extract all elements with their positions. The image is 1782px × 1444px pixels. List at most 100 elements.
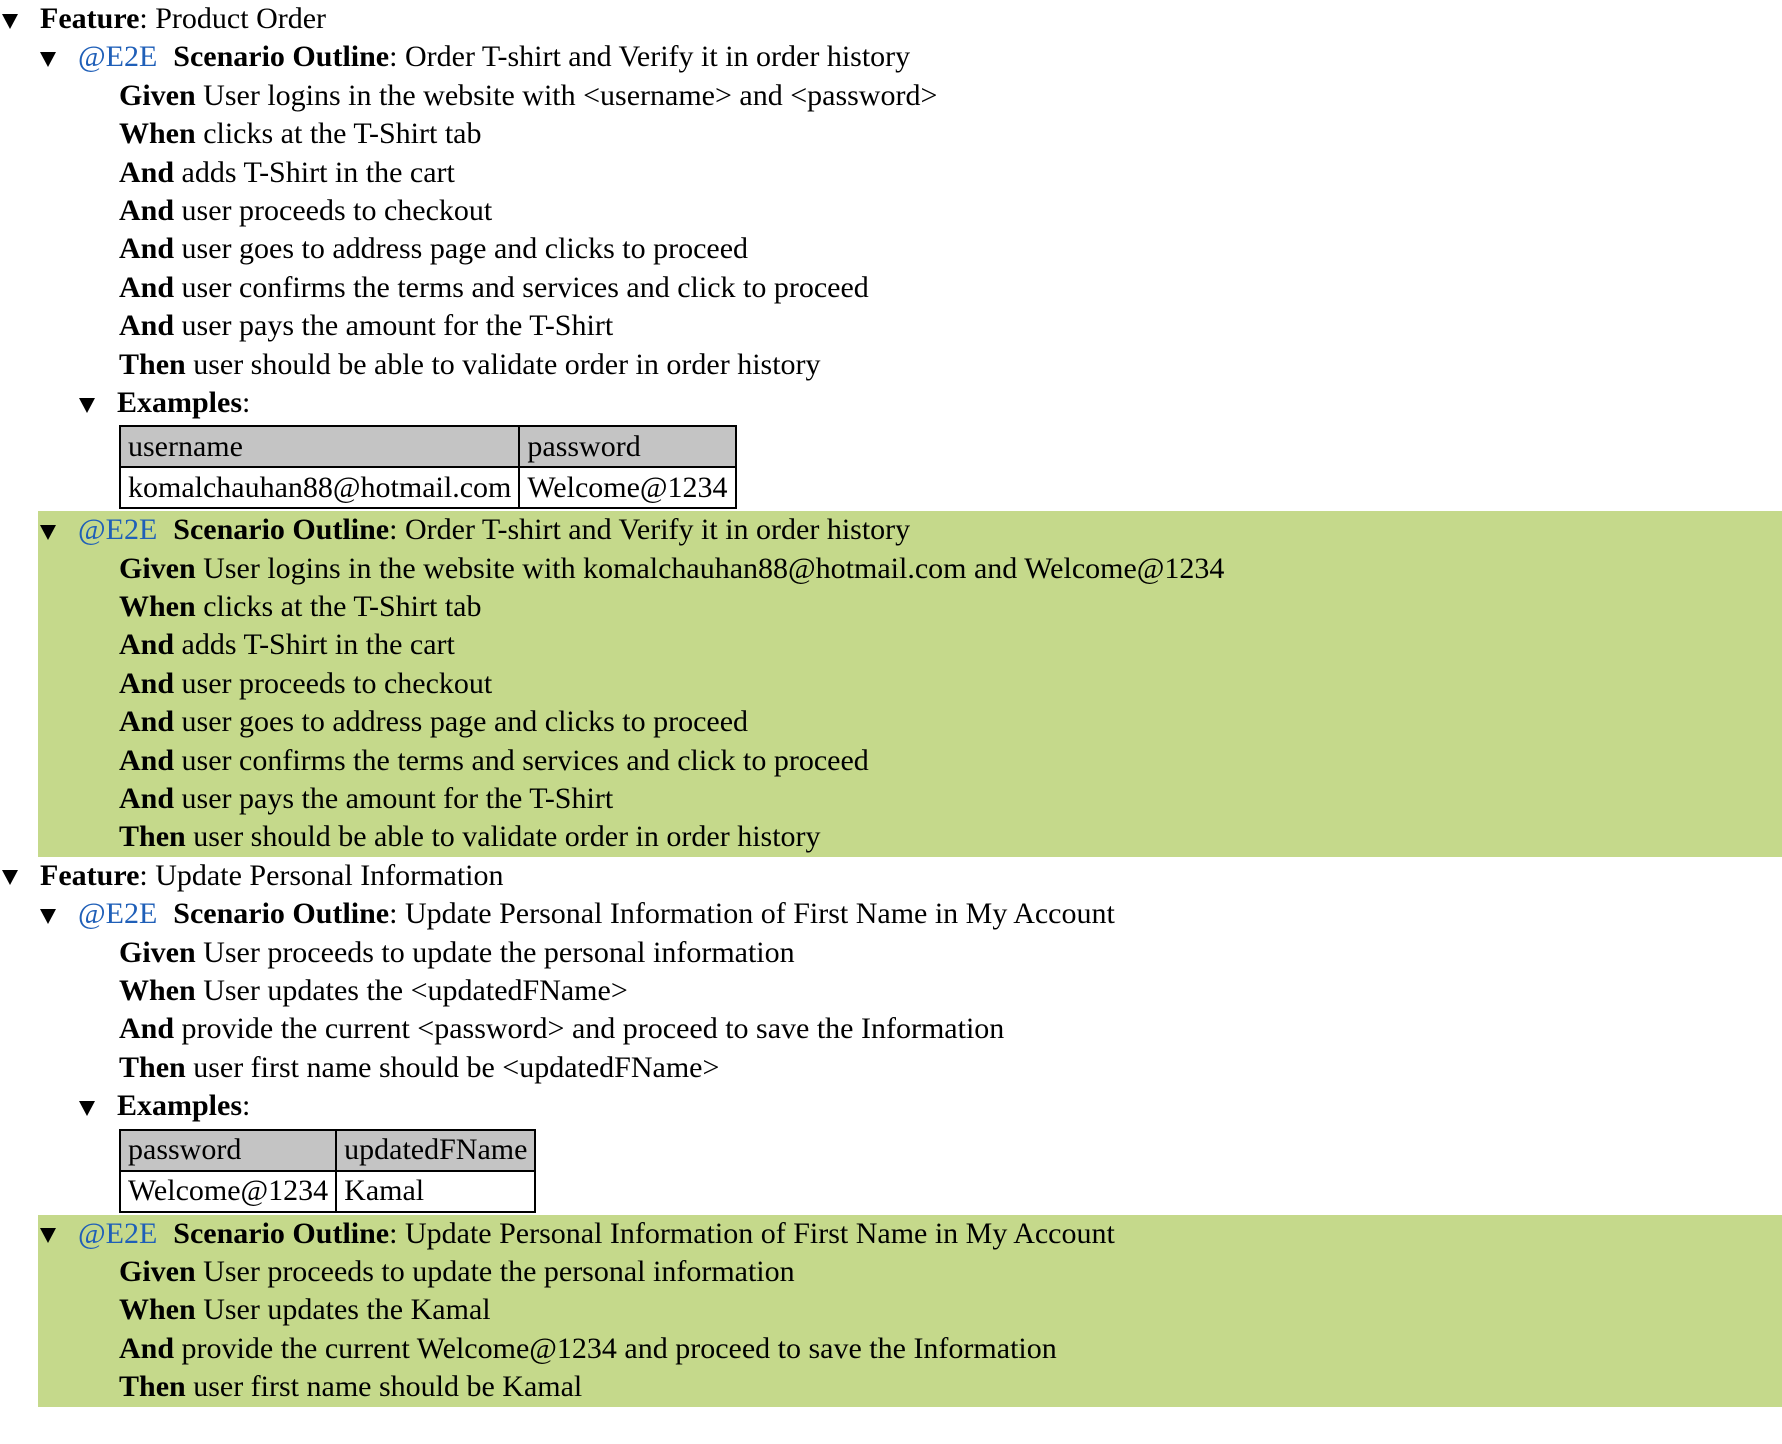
feature-name: Update Personal Information (155, 858, 504, 892)
examples-keyword: Examples (117, 385, 243, 419)
feature-header[interactable]: Feature: Update Personal Information (0, 857, 1782, 895)
scenario-keyword: Scenario Outline (173, 513, 390, 547)
step-keyword: And (119, 628, 175, 662)
examples-header[interactable]: Examples: (0, 384, 1782, 422)
examples-column-header: updatedFName (335, 1128, 537, 1172)
feature-keyword: Feature (40, 2, 140, 35)
scenario-header[interactable]: @E2E Scenario Outline: Order T-shirt and … (0, 38, 1782, 76)
scenario-tag[interactable]: @E2E (78, 40, 157, 73)
step: And user proceeds to checkout (38, 665, 1782, 703)
examples-column-header: username (118, 425, 521, 469)
feature: Feature: Product Order @E2E Scenario Outli… (0, 0, 1782, 857)
disclosure-triangle-down-icon[interactable] (40, 52, 56, 67)
step-keyword: Then (119, 820, 186, 854)
examples-column-header: password (518, 425, 737, 469)
scenario-keyword: Scenario Outline (173, 1216, 390, 1250)
step: And user goes to address page and clicks… (0, 230, 1782, 268)
step: When clicks at the T-Shirt tab (0, 115, 1782, 153)
step-text: adds T-Shirt in the cart (181, 155, 455, 189)
scenario-tag[interactable]: @E2E (78, 897, 157, 930)
step: And user goes to address page and clicks… (38, 703, 1782, 741)
examples-cell: Kamal (335, 1169, 537, 1213)
step-keyword: And (119, 1331, 175, 1365)
scenario-header[interactable]: @E2E Scenario Outline: Order T-shirt and … (38, 511, 1782, 549)
step: Then user first name should be <updatedF… (0, 1049, 1782, 1087)
examples-cell: Welcome@1234 (118, 1169, 338, 1213)
step-keyword: And (119, 193, 175, 227)
scenario-keyword: Scenario Outline (173, 40, 390, 74)
step-text: user first name should be Kamal (193, 1370, 583, 1404)
step: Then user should be able to validate ord… (38, 818, 1782, 856)
examples-cell: Welcome@1234 (518, 466, 737, 510)
step-keyword: And (119, 270, 175, 304)
step: Given User proceeds to update the person… (38, 1253, 1782, 1291)
step-keyword: Then (119, 347, 186, 381)
step: When clicks at the T-Shirt tab (38, 588, 1782, 626)
step-text: user should be able to validate order in… (193, 347, 821, 381)
step-keyword: Then (119, 1370, 186, 1404)
step: And adds T-Shirt in the cart (0, 154, 1782, 192)
step-keyword: And (119, 155, 175, 189)
scenario-tag[interactable]: @E2E (78, 1217, 157, 1250)
scenario-header[interactable]: @E2E Scenario Outline: Update Personal In… (0, 895, 1782, 933)
scenario-name: Update Personal Information of First Nam… (404, 897, 1115, 931)
step-keyword: When (119, 973, 196, 1007)
examples-cell: komalchauhan88@hotmail.com (118, 466, 521, 510)
step-text: clicks at the T-Shirt tab (203, 117, 482, 151)
step-text: User proceeds to update the personal inf… (203, 935, 795, 969)
feature-keyword: Feature (40, 858, 140, 892)
examples-row: komalchauhan88@hotmail.com Welcome@1234 (118, 466, 737, 510)
step: Given User proceeds to update the person… (0, 934, 1782, 972)
step-text: User logins in the website with <usernam… (203, 78, 938, 112)
disclosure-triangle-down-icon[interactable] (40, 524, 56, 540)
step-keyword: And (119, 705, 175, 739)
step-text: adds T-Shirt in the cart (181, 628, 455, 662)
step: Then user first name should be Kamal (38, 1368, 1782, 1406)
step-keyword: And (119, 782, 175, 816)
examples-table: password updatedFName Welcome@1234 Kamal (118, 1128, 537, 1213)
scenario-name: Order T-shirt and Verify it in order his… (404, 40, 911, 74)
disclosure-triangle-down-icon[interactable] (2, 870, 18, 886)
step: And user confirms the terms and services… (38, 742, 1782, 780)
feature: Feature: Update Personal Information @E2E… (0, 857, 1782, 1407)
step: And adds T-Shirt in the cart (38, 626, 1782, 664)
step: And user confirms the terms and services… (0, 269, 1782, 307)
scenario-outline: @E2E Scenario Outline: Update Personal In… (0, 895, 1782, 1213)
step-keyword: And (119, 666, 175, 700)
disclosure-triangle-down-icon[interactable] (79, 1100, 95, 1116)
step: When User updates the Kamal (38, 1291, 1782, 1329)
step: When User updates the <updatedFName> (0, 972, 1782, 1010)
step-keyword: When (119, 590, 196, 624)
step: Then user should be able to validate ord… (0, 346, 1782, 384)
executed-scenario: @E2E Scenario Outline: Order T-shirt and … (38, 511, 1782, 857)
step-text: user goes to address page and clicks to … (181, 705, 749, 739)
scenario-header[interactable]: @E2E Scenario Outline: Update Personal In… (38, 1215, 1782, 1253)
disclosure-triangle-down-icon[interactable] (2, 13, 18, 29)
step-keyword: Given (119, 935, 196, 969)
scenario-keyword: Scenario Outline (173, 897, 390, 931)
step: Given User logins in the website with <u… (0, 77, 1782, 115)
step: And provide the current <password> and p… (0, 1010, 1782, 1048)
step-text: clicks at the T-Shirt tab (203, 590, 482, 624)
step-text: user should be able to validate order in… (193, 820, 821, 854)
step-text: user confirms the terms and services and… (181, 270, 869, 304)
scenario-tag[interactable]: @E2E (78, 513, 157, 546)
step-keyword: When (119, 1293, 196, 1327)
step-keyword: Given (119, 1254, 196, 1288)
executed-scenario: @E2E Scenario Outline: Update Personal In… (38, 1214, 1782, 1407)
feature-name: Product Order (155, 2, 327, 35)
disclosure-triangle-down-icon[interactable] (40, 908, 56, 924)
step-keyword: And (119, 232, 175, 266)
feature-header[interactable]: Feature: Product Order (0, 0, 1782, 38)
step-text: user confirms the terms and services and… (181, 743, 869, 777)
disclosure-triangle-down-icon[interactable] (79, 397, 95, 413)
disclosure-triangle-down-icon[interactable] (40, 1228, 56, 1244)
step-keyword: Then (119, 1050, 186, 1084)
scenario-outline: @E2E Scenario Outline: Order T-shirt and … (0, 38, 1782, 510)
scenario-name: Update Personal Information of First Nam… (404, 1216, 1115, 1250)
cucumber-report: Feature: Product Order @E2E Scenario Outli… (0, 0, 1782, 1407)
step-text: user proceeds to checkout (181, 193, 493, 227)
step-text: user proceeds to checkout (181, 666, 493, 700)
examples-keyword: Examples (117, 1089, 243, 1123)
examples-header[interactable]: Examples: (0, 1087, 1782, 1125)
